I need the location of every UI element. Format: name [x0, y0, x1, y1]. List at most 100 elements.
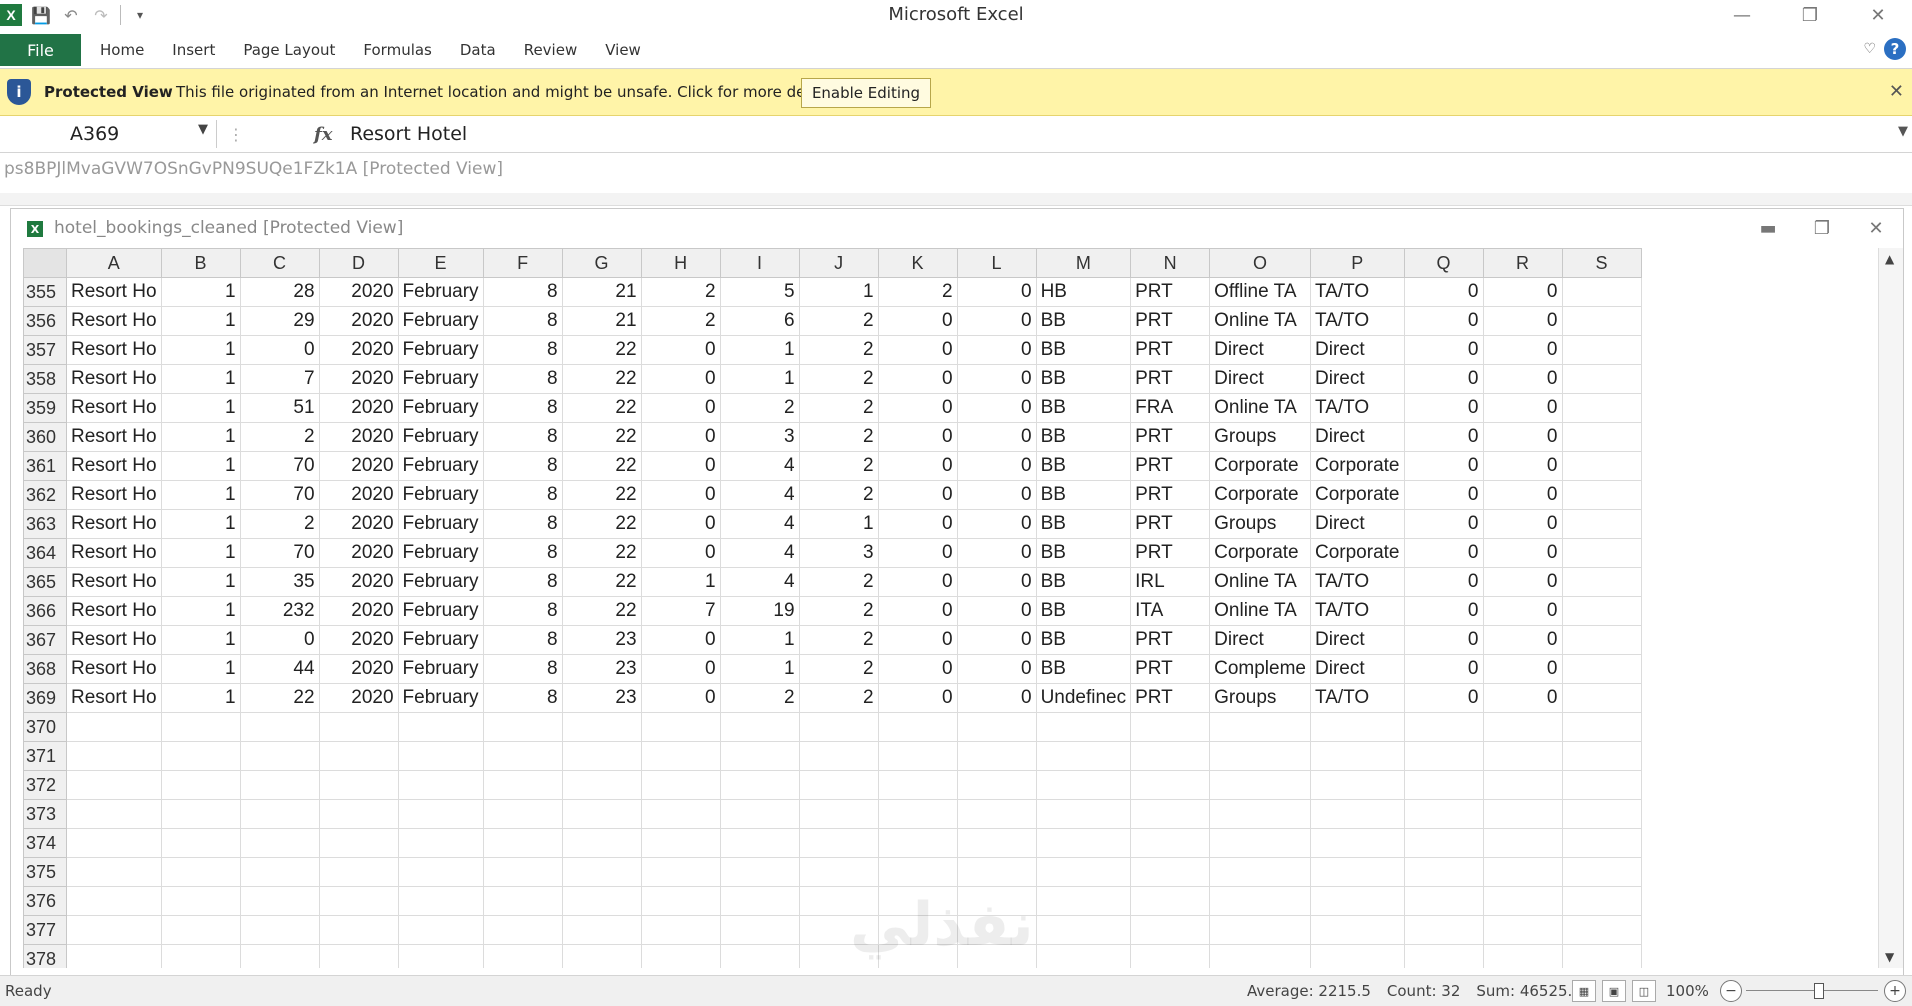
cell-n376[interactable]	[1130, 886, 1211, 916]
cell-p360[interactable]: Direct	[1310, 422, 1405, 452]
file-tab[interactable]: File	[0, 34, 81, 66]
cell-n367[interactable]: PRT	[1130, 625, 1211, 655]
column-header-p[interactable]: P	[1310, 248, 1405, 278]
cell-g377[interactable]	[561, 915, 642, 945]
tab-view[interactable]: View	[591, 34, 655, 66]
cell-b376[interactable]	[160, 886, 241, 916]
column-header-g[interactable]: G	[561, 248, 642, 278]
cell-m375[interactable]	[1035, 857, 1132, 887]
zoom-slider[interactable]: − +	[1716, 980, 1906, 1002]
name-box[interactable]: A369 ▼	[0, 120, 217, 148]
cell-b369[interactable]: 1	[160, 683, 241, 713]
cell-j357[interactable]: 2	[798, 335, 879, 365]
cell-i374[interactable]	[719, 828, 800, 858]
cell-q355[interactable]: 0	[1403, 277, 1484, 307]
cell-q367[interactable]: 0	[1403, 625, 1484, 655]
cell-l361[interactable]: 0	[956, 451, 1037, 481]
column-header-m[interactable]: M	[1035, 248, 1132, 278]
cell-p373[interactable]	[1310, 799, 1405, 829]
cell-a372[interactable]	[66, 770, 162, 800]
column-header-l[interactable]: L	[956, 248, 1037, 278]
workbook-minimize-icon[interactable]: ▬	[1741, 209, 1795, 247]
cell-a371[interactable]	[66, 741, 162, 771]
cell-b365[interactable]: 1	[160, 567, 241, 597]
column-header-o[interactable]: O	[1209, 248, 1311, 278]
cell-j362[interactable]: 2	[798, 480, 879, 510]
cell-s378[interactable]	[1561, 944, 1642, 968]
row-header[interactable]: 355	[23, 277, 67, 307]
row-header[interactable]: 378	[23, 944, 67, 968]
cell-a360[interactable]: Resort Ho	[66, 422, 162, 452]
minimize-ribbon-icon[interactable]: ♡	[1863, 41, 1876, 57]
cell-e368[interactable]: February	[397, 654, 484, 684]
cell-e357[interactable]: February	[397, 335, 484, 365]
cell-a364[interactable]: Resort Ho	[66, 538, 162, 568]
cell-b363[interactable]: 1	[160, 509, 241, 539]
cell-k372[interactable]	[877, 770, 958, 800]
cell-r375[interactable]	[1482, 857, 1563, 887]
column-header-c[interactable]: C	[239, 248, 320, 278]
cell-f372[interactable]	[482, 770, 563, 800]
cell-m365[interactable]: BB	[1035, 567, 1132, 597]
cell-p357[interactable]: Direct	[1310, 335, 1405, 365]
cell-d374[interactable]	[318, 828, 399, 858]
cell-j360[interactable]: 2	[798, 422, 879, 452]
cell-n374[interactable]	[1130, 828, 1211, 858]
cell-e378[interactable]	[397, 944, 484, 968]
minimize-icon[interactable]: —	[1708, 0, 1776, 30]
cell-k356[interactable]: 0	[877, 306, 958, 336]
cell-f362[interactable]: 8	[482, 480, 563, 510]
cell-l357[interactable]: 0	[956, 335, 1037, 365]
cell-n357[interactable]: PRT	[1130, 335, 1211, 365]
cell-r357[interactable]: 0	[1482, 335, 1563, 365]
workbook-restore-icon[interactable]: ❐	[1795, 209, 1849, 247]
row-header[interactable]: 372	[23, 770, 67, 800]
cell-k364[interactable]: 0	[877, 538, 958, 568]
cell-l360[interactable]: 0	[956, 422, 1037, 452]
cell-a359[interactable]: Resort Ho	[66, 393, 162, 423]
cell-n360[interactable]: PRT	[1130, 422, 1211, 452]
expand-formula-bar-icon[interactable]: ▼	[1898, 124, 1908, 139]
cell-h356[interactable]: 2	[640, 306, 721, 336]
cell-o364[interactable]: Corporate	[1209, 538, 1311, 568]
cell-d368[interactable]: 2020	[318, 654, 399, 684]
cell-m361[interactable]: BB	[1035, 451, 1132, 481]
cell-o357[interactable]: Direct	[1209, 335, 1311, 365]
cell-m374[interactable]	[1035, 828, 1132, 858]
cell-g359[interactable]: 22	[561, 393, 642, 423]
cell-n355[interactable]: PRT	[1130, 277, 1211, 307]
cell-e358[interactable]: February	[397, 364, 484, 394]
cell-r366[interactable]: 0	[1482, 596, 1563, 626]
cell-b368[interactable]: 1	[160, 654, 241, 684]
cell-m366[interactable]: BB	[1035, 596, 1132, 626]
cell-r371[interactable]	[1482, 741, 1563, 771]
cell-b375[interactable]	[160, 857, 241, 887]
cell-e375[interactable]	[397, 857, 484, 887]
cell-h374[interactable]	[640, 828, 721, 858]
cell-o371[interactable]	[1209, 741, 1311, 771]
cell-o373[interactable]	[1209, 799, 1311, 829]
cell-i366[interactable]: 19	[719, 596, 800, 626]
cell-e364[interactable]: February	[397, 538, 484, 568]
cell-c376[interactable]	[239, 886, 320, 916]
tab-data[interactable]: Data	[446, 34, 510, 66]
cell-j373[interactable]	[798, 799, 879, 829]
cell-i375[interactable]	[719, 857, 800, 887]
cell-c363[interactable]: 2	[239, 509, 320, 539]
cell-d365[interactable]: 2020	[318, 567, 399, 597]
cell-a370[interactable]	[66, 712, 162, 742]
cell-r359[interactable]: 0	[1482, 393, 1563, 423]
cell-r362[interactable]: 0	[1482, 480, 1563, 510]
column-header-r[interactable]: R	[1482, 248, 1563, 278]
cell-a369[interactable]: Resort Ho	[66, 683, 162, 713]
cell-d378[interactable]	[318, 944, 399, 968]
cell-k358[interactable]: 0	[877, 364, 958, 394]
tab-formulas[interactable]: Formulas	[349, 34, 445, 66]
cell-n372[interactable]	[1130, 770, 1211, 800]
cell-b370[interactable]	[160, 712, 241, 742]
cell-h370[interactable]	[640, 712, 721, 742]
cell-p368[interactable]: Direct	[1310, 654, 1405, 684]
cell-c374[interactable]	[239, 828, 320, 858]
cell-c375[interactable]	[239, 857, 320, 887]
cell-k359[interactable]: 0	[877, 393, 958, 423]
